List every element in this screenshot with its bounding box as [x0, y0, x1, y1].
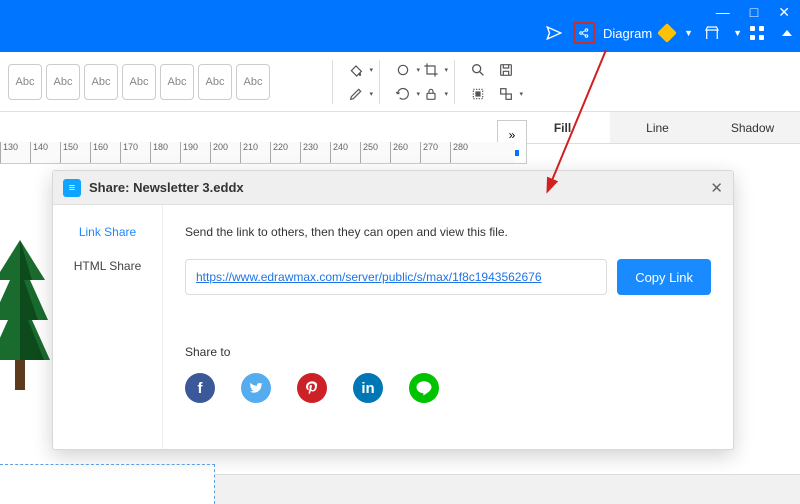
share-icon[interactable]: [573, 22, 595, 44]
chevron-right-icon: »: [509, 128, 516, 142]
dialog-main: Send the link to others, then they can o…: [163, 205, 733, 449]
share-dialog: ≡ Share: Newsletter 3.eddx ✕ Link Share …: [52, 170, 734, 450]
crop-icon[interactable]: ▾: [422, 61, 440, 79]
canvas-selection: [0, 464, 215, 504]
tab-shadow[interactable]: Shadow: [705, 112, 800, 143]
style-preset[interactable]: Abc: [198, 64, 232, 100]
chevron-up-icon[interactable]: [782, 30, 792, 36]
ruler-tick: 220: [270, 142, 300, 163]
ruler-tick: 140: [30, 142, 60, 163]
ruler-tick: 180: [150, 142, 180, 163]
right-panel-tabs: Fill Line Shadow: [515, 112, 800, 144]
facebook-icon[interactable]: f: [185, 373, 215, 403]
toolbar: Abc Abc Abc Abc Abc Abc Abc ▾ ▾ ▾ ▾ ▾ ▾: [0, 52, 800, 112]
style-preset[interactable]: Abc: [160, 64, 194, 100]
sidebar-item-link-share[interactable]: Link Share: [79, 225, 136, 239]
tab-fill[interactable]: Fill: [515, 112, 610, 143]
titlebar-actions: Diagram ▼ ▼: [543, 22, 792, 44]
lock-icon[interactable]: ▾: [422, 85, 440, 103]
title-bar: — □ ✕ Diagram ▼ ▼: [0, 0, 800, 52]
style-preset[interactable]: Abc: [236, 64, 270, 100]
sidebar-item-html-share[interactable]: HTML Share: [74, 259, 142, 273]
save-icon[interactable]: [497, 61, 515, 79]
status-bar: [215, 474, 800, 504]
style-preset[interactable]: Abc: [84, 64, 118, 100]
pen-icon[interactable]: ▾: [347, 85, 365, 103]
ruler-tick: 280: [450, 142, 480, 163]
select-icon[interactable]: [469, 85, 487, 103]
ruler-tick: 170: [120, 142, 150, 163]
tool-group: ▾: [469, 61, 515, 103]
window-controls: — □ ✕: [716, 4, 790, 21]
group-icon[interactable]: ▾: [497, 85, 515, 103]
pinterest-icon[interactable]: [297, 373, 327, 403]
line-icon[interactable]: [409, 373, 439, 403]
ruler-tick: 210: [240, 142, 270, 163]
app-logo-icon: ≡: [63, 179, 81, 197]
rotate-icon[interactable]: ▾: [394, 85, 412, 103]
style-preset[interactable]: Abc: [8, 64, 42, 100]
ruler: 130 140 150 160 170 180 190 200 210 220 …: [0, 142, 515, 164]
share-to-label: Share to: [185, 345, 711, 359]
premium-icon[interactable]: [657, 23, 677, 43]
fill-bucket-icon[interactable]: ▾: [347, 61, 365, 79]
copy-link-button[interactable]: Copy Link: [617, 259, 711, 295]
ruler-tick: 200: [210, 142, 240, 163]
tool-group: ▾ ▾ ▾ ▾: [394, 61, 440, 103]
share-instruction: Send the link to others, then they can o…: [185, 225, 711, 239]
circle-icon[interactable]: ▾: [394, 61, 412, 79]
dialog-header: ≡ Share: Newsletter 3.eddx ✕: [53, 171, 733, 205]
ruler-tick: 260: [390, 142, 420, 163]
dialog-close-button[interactable]: ✕: [710, 179, 723, 197]
linkedin-icon[interactable]: in: [353, 373, 383, 403]
ruler-tick: 160: [90, 142, 120, 163]
diagram-dropdown-label[interactable]: Diagram: [603, 26, 652, 41]
dialog-sidebar: Link Share HTML Share: [53, 205, 163, 449]
tab-line[interactable]: Line: [610, 112, 705, 143]
theme-icon[interactable]: [701, 22, 723, 44]
twitter-icon[interactable]: [241, 373, 271, 403]
ruler-tick: 270: [420, 142, 450, 163]
style-presets: Abc Abc Abc Abc Abc Abc Abc: [8, 64, 270, 100]
minimize-button[interactable]: —: [716, 4, 730, 21]
style-preset[interactable]: Abc: [122, 64, 156, 100]
tool-group: ▾ ▾: [347, 61, 365, 103]
send-icon[interactable]: [543, 22, 565, 44]
dialog-title: Share: Newsletter 3.eddx: [89, 180, 244, 195]
ruler-tick: 250: [360, 142, 390, 163]
dropdown-caret-icon: ▼: [733, 28, 742, 38]
dropdown-caret-icon: ▼: [684, 28, 693, 38]
search-icon[interactable]: [469, 61, 487, 79]
ruler-tick: 150: [60, 142, 90, 163]
maximize-button[interactable]: □: [750, 4, 758, 21]
canvas-illustration: [0, 240, 50, 400]
apps-icon[interactable]: [750, 26, 764, 40]
style-preset[interactable]: Abc: [46, 64, 80, 100]
ruler-tick: 230: [300, 142, 330, 163]
share-url-field[interactable]: https://www.edrawmax.com/server/public/s…: [185, 259, 607, 295]
ruler-tick: 190: [180, 142, 210, 163]
share-url-link[interactable]: https://www.edrawmax.com/server/public/s…: [196, 270, 542, 284]
close-button[interactable]: ✕: [778, 4, 790, 21]
ruler-tick: 130: [0, 142, 30, 163]
ruler-tick: 240: [330, 142, 360, 163]
